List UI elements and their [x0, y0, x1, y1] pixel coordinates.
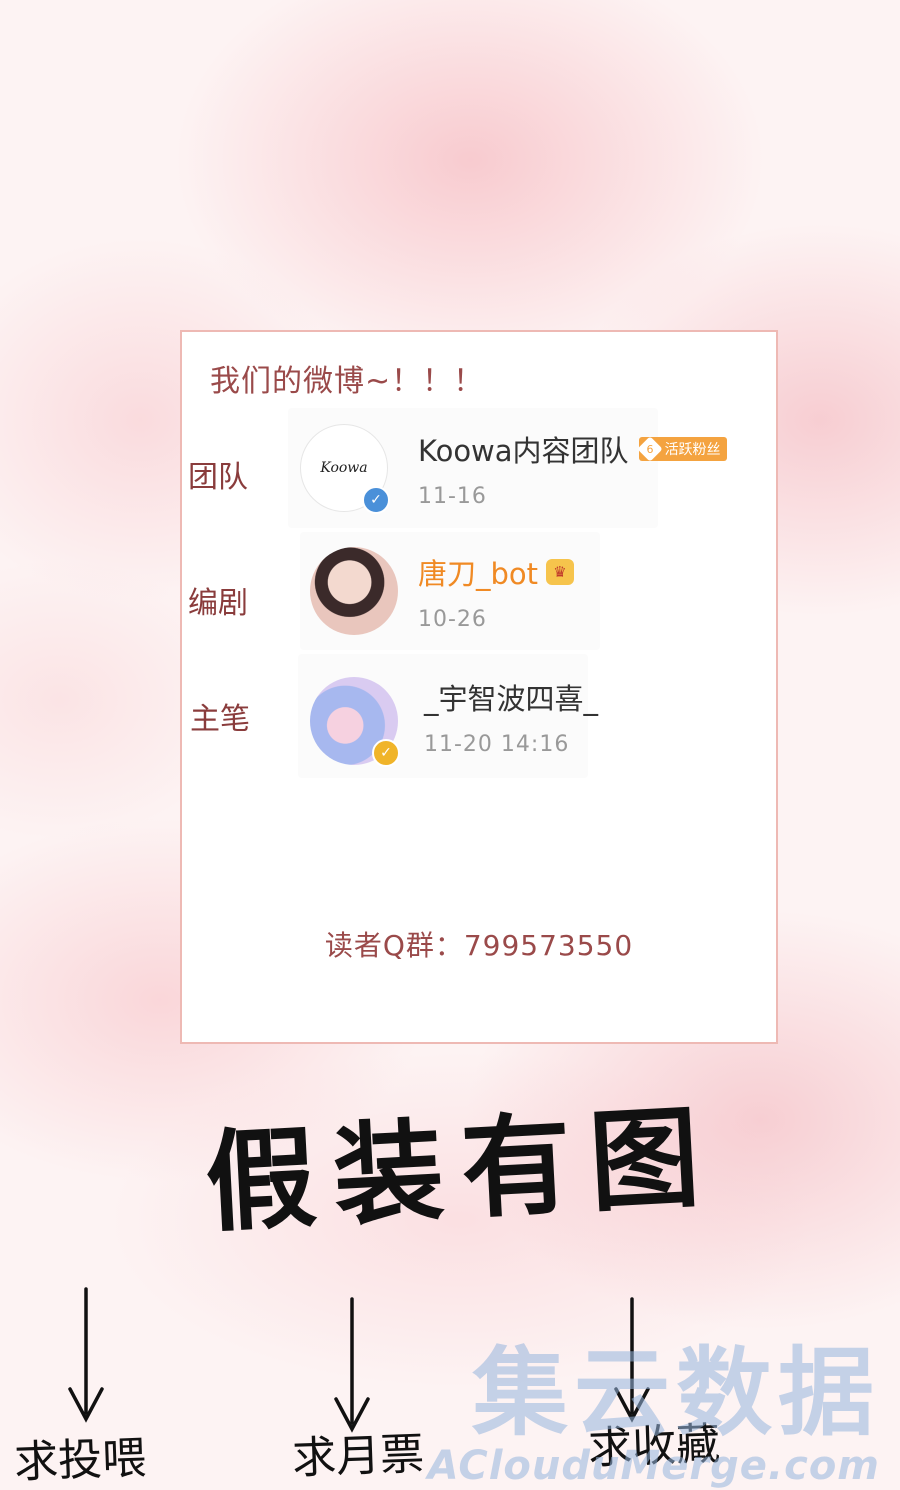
avatar[interactable]: ✓ — [310, 677, 400, 767]
post-date: 10-26 — [418, 606, 487, 632]
account-row-sixi[interactable]: ✓ _宇智波四喜_ 11-20 14:16 — [298, 654, 598, 778]
role-label-artist: 主笔 — [190, 702, 250, 737]
account-name[interactable]: 唐刀_bot — [418, 551, 538, 593]
weibo-card: 我们的微博~！！！ 团队 Koowa ✓ Koowa内容团队 6 活跃粉丝 11… — [180, 330, 778, 1044]
account-name[interactable]: _宇智波四喜_ — [424, 676, 598, 718]
watermark-en: AClouduMerge.com — [427, 1443, 880, 1489]
post-date: 11-16 — [418, 483, 487, 509]
avatar-logo-text: Koowa — [320, 460, 368, 476]
handwritten-label-monthly-ticket: 求月票 — [291, 1428, 426, 1485]
fan-level-icon: 6 — [636, 435, 663, 462]
verified-icon: ✓ — [372, 739, 400, 767]
site-watermark: 集云数据 AClouduMerge.com — [428, 1345, 880, 1489]
handwritten-title: 假装有图 — [202, 1091, 721, 1248]
account-row-koowa[interactable]: Koowa ✓ Koowa内容团队 6 活跃粉丝 11-16 — [288, 408, 727, 528]
role-label-team: 团队 — [188, 460, 248, 495]
crown-icon: ♛ — [546, 558, 575, 585]
avatar[interactable] — [310, 547, 398, 635]
card-title: 我们的微博~！！！ — [210, 364, 485, 399]
reader-qq-group: 读者Q群：799573550 — [324, 929, 634, 962]
account-name[interactable]: Koowa内容团队 — [418, 428, 629, 470]
role-label-writer: 编剧 — [188, 586, 248, 621]
watermark-cn: 集云数据 — [472, 1337, 880, 1449]
active-fan-badge: 6 活跃粉丝 — [636, 435, 727, 462]
post-date: 11-20 14:16 — [424, 731, 570, 757]
verified-icon: ✓ — [362, 486, 390, 514]
handwritten-label-feed: 求投喂 — [13, 1432, 148, 1489]
account-row-tangdao[interactable]: 唐刀_bot ♛ 10-26 — [300, 532, 600, 650]
avatar[interactable]: Koowa ✓ — [300, 424, 390, 514]
down-arrow-icon — [68, 1287, 104, 1423]
down-arrow-icon — [334, 1297, 370, 1433]
